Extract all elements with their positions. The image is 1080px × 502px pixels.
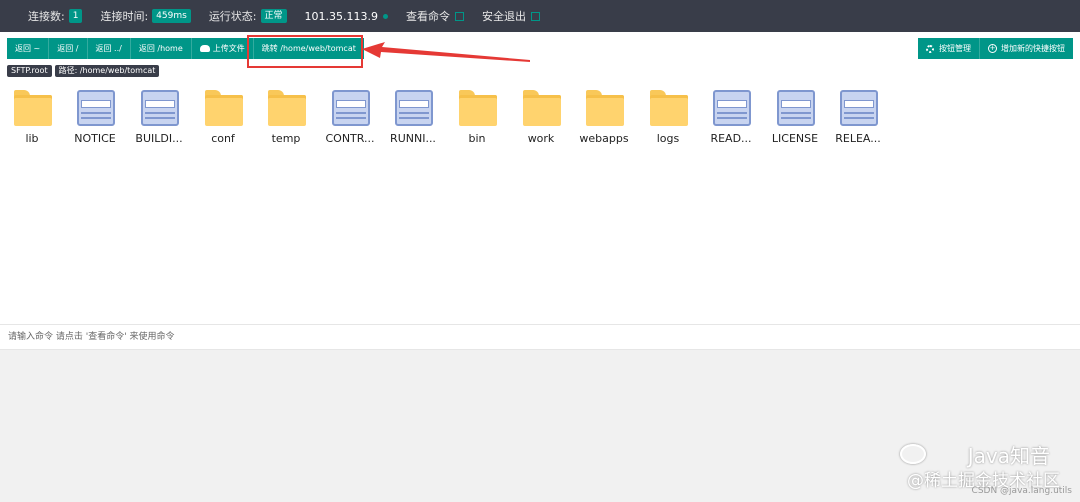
folder-icon bbox=[523, 90, 561, 126]
back-parent-button[interactable]: 返回 ../ bbox=[87, 38, 131, 59]
folder-icon bbox=[586, 90, 624, 126]
file-item[interactable]: logs bbox=[636, 88, 700, 150]
folder-icon bbox=[14, 90, 52, 126]
button-management-button[interactable]: 按钮管理 bbox=[918, 38, 980, 59]
document-icon bbox=[840, 90, 878, 126]
file-name: webapps bbox=[579, 132, 629, 145]
document-icon bbox=[395, 90, 433, 126]
file-item[interactable]: webapps bbox=[572, 88, 636, 150]
file-item[interactable]: RUNNI... bbox=[381, 88, 445, 150]
cloud-upload-icon bbox=[199, 45, 210, 52]
file-item[interactable]: lib bbox=[0, 88, 64, 150]
file-name: LICENSE bbox=[771, 132, 819, 145]
path-tags: SFTP.root 路径: /home/web/tomcat bbox=[7, 65, 162, 77]
logout-label[interactable]: 安全退出 bbox=[482, 8, 526, 24]
logout-icon bbox=[531, 11, 541, 21]
file-name: RELEA... bbox=[835, 132, 881, 145]
file-name: conf bbox=[211, 132, 235, 145]
file-name: bin bbox=[468, 132, 486, 145]
red-highlight-box bbox=[247, 35, 363, 68]
file-item[interactable]: work bbox=[509, 88, 573, 150]
connections-badge: 1 bbox=[68, 9, 83, 23]
file-item[interactable]: BUILDI... bbox=[127, 88, 191, 150]
gear-icon bbox=[926, 44, 934, 53]
file-name: logs bbox=[656, 132, 680, 145]
file-name: lib bbox=[25, 132, 39, 145]
command-input[interactable]: 请输入命令 请点击 '查看命令' 来使用命令 bbox=[0, 324, 1080, 350]
online-dot-icon bbox=[383, 13, 389, 19]
file-item[interactable]: NOTICE bbox=[63, 88, 127, 150]
plus-circle-icon: + bbox=[988, 44, 997, 53]
path-tag: 路径: /home/web/tomcat bbox=[54, 65, 160, 77]
file-item[interactable]: CONTR... bbox=[318, 88, 382, 150]
back-home-button[interactable]: 返回 ~ bbox=[7, 38, 50, 59]
file-name: RUNNI... bbox=[390, 132, 436, 145]
upload-file-label: 上传文件 bbox=[212, 44, 245, 53]
folder-icon bbox=[650, 90, 688, 126]
logout-link[interactable]: 安全退出 bbox=[482, 8, 541, 24]
connection-time-status: 连接时间: 459ms bbox=[100, 8, 191, 24]
sftp-tag: SFTP.root bbox=[7, 65, 52, 77]
top-status-bar: 连接数: 1 连接时间: 459ms 运行状态: 正常 101.35.113.9… bbox=[0, 0, 1080, 32]
view-commands-link[interactable]: 查看命令 bbox=[406, 8, 465, 24]
file-name: NOTICE bbox=[74, 132, 116, 145]
quick-button-group: 按钮管理 + 增加新的快捷按钮 bbox=[918, 38, 1073, 59]
run-status: 运行状态: 正常 bbox=[209, 8, 287, 24]
document-icon bbox=[713, 90, 751, 126]
command-icon bbox=[455, 11, 465, 21]
document-icon bbox=[77, 90, 115, 126]
file-item[interactable]: LICENSE bbox=[763, 88, 827, 150]
upload-file-button[interactable]: 上传文件 bbox=[191, 38, 254, 59]
file-name: CONTR... bbox=[325, 132, 375, 145]
server-ip: 101.35.113.9 bbox=[304, 9, 389, 23]
file-browser-panel: 返回 ~ 返回 / 返回 ../ 返回 /home 上传文件 跳转 /home/… bbox=[0, 32, 1080, 324]
red-arrow-annotation bbox=[362, 42, 530, 62]
file-item[interactable]: RELEA... bbox=[826, 88, 890, 150]
wechat-logo-icon bbox=[900, 444, 926, 464]
folder-icon bbox=[459, 90, 497, 126]
file-name: work bbox=[527, 132, 555, 145]
file-item[interactable]: READ... bbox=[699, 88, 763, 150]
file-name: temp bbox=[271, 132, 301, 145]
file-name: BUILDI... bbox=[135, 132, 183, 145]
connections-label: 连接数: bbox=[28, 10, 65, 23]
run-status-badge: 正常 bbox=[260, 9, 287, 23]
document-icon bbox=[332, 90, 370, 126]
back-home-dir-button[interactable]: 返回 /home bbox=[130, 38, 192, 59]
connection-time-label: 连接时间: bbox=[100, 10, 149, 23]
folder-icon bbox=[205, 90, 243, 126]
file-item[interactable]: temp bbox=[254, 88, 318, 150]
view-commands-label[interactable]: 查看命令 bbox=[406, 8, 450, 24]
add-quick-button-label: 增加新的快捷按钮 bbox=[1001, 44, 1065, 53]
back-root-button[interactable]: 返回 / bbox=[49, 38, 88, 59]
document-icon bbox=[777, 90, 815, 126]
folder-icon bbox=[268, 90, 306, 126]
file-grid: lib NOTICE BUILDI... conf temp CONTR... … bbox=[0, 88, 1080, 158]
button-management-label: 按钮管理 bbox=[939, 44, 971, 53]
file-item[interactable]: conf bbox=[191, 88, 255, 150]
connection-time-badge: 459ms bbox=[152, 9, 191, 23]
watermark-java: Java知音 bbox=[967, 444, 1050, 468]
add-quick-button-button[interactable]: + 增加新的快捷按钮 bbox=[980, 38, 1073, 59]
file-name: READ... bbox=[710, 132, 752, 145]
file-item[interactable]: bin bbox=[445, 88, 509, 150]
server-ip-text: 101.35.113.9 bbox=[304, 9, 379, 23]
connections-status: 连接数: 1 bbox=[28, 8, 83, 24]
document-icon bbox=[141, 90, 179, 126]
run-status-label: 运行状态: bbox=[208, 10, 257, 23]
watermark-csdn: CSDN @java.lang.utils bbox=[971, 486, 1072, 496]
